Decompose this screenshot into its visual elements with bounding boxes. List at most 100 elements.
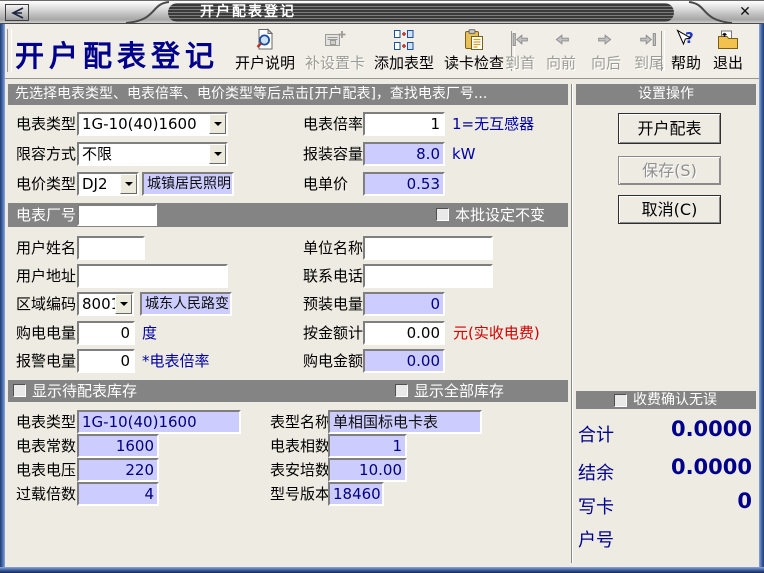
show-all-inventory-checkbox[interactable] [395,384,408,397]
app-logo-icon [9,7,25,19]
window-title: 开户配表登记 [168,3,674,22]
meter-voltage-label: 电表电压 [16,458,76,482]
price-type-dropdown[interactable]: DJ2 [77,172,139,196]
chevron-down-icon[interactable] [209,114,226,134]
meter-phases-field: 1 [328,434,407,458]
fee-confirm-checkbox[interactable] [614,394,627,407]
meter-ratio-input[interactable] [363,112,445,136]
arrow-right-icon [586,26,626,54]
capacity-label: 报装容量 [303,142,363,166]
toolbar-button-label: 向前 [541,54,581,72]
exit-folder-icon [707,26,749,54]
alarm-energy-note: *电表倍率 [142,349,210,373]
toolbar-button-read-card-check[interactable]: 读卡检查 [439,26,509,76]
page-title: 开户配表登记 [15,33,219,75]
meter-amperage-label: 表安培数 [270,458,330,482]
batch-fixed-checkbox[interactable] [436,208,449,221]
purchase-energy-input[interactable] [77,321,135,345]
model-name-field: 单相国标电卡表 [328,410,482,434]
toolbar: 开户配表登记 开户说明 补设置卡 添加表型 读卡检查 [5,24,759,79]
close-button[interactable]: ✕ [735,3,755,22]
write-card-value: 0 [600,489,752,513]
toolbar-button-label: 读卡检查 [439,54,509,72]
capacity-unit: kW [452,142,476,166]
meter-phases-label: 电表相数 [270,434,330,458]
purchase-amount-field: 0.00 [363,349,445,373]
toolbar-button-label: 到首 [500,54,540,72]
by-amount-note: 元(实收电费) [453,321,540,345]
customer-name-label: 用户姓名 [16,236,76,260]
limit-mode-value: 不限 [82,145,112,163]
price-type-value: DJ2 [82,175,108,193]
doc-magnifier-icon [231,26,299,54]
titlebar-curve-right [684,1,736,24]
phone-input[interactable] [363,264,493,288]
model-version-field: 18460 [328,482,384,506]
unit-price-label: 电单价 [303,172,348,196]
assign-meter-button[interactable]: 开户配表 [618,113,721,144]
toolbar-button-label: 帮助 [665,54,707,72]
by-amount-label: 按金额计 [303,321,363,345]
meter-voltage-field: 220 [77,458,159,482]
meter-constant-field: 1600 [77,434,159,458]
detail-meter-type-label: 电表类型 [16,410,76,434]
limit-mode-label: 限容方式 [16,142,76,166]
arrow-left-icon [541,26,581,54]
meter-constant-label: 电表常数 [16,434,76,458]
toolbar-button-prev: 向前 [541,26,581,76]
total-value: 0.0000 [600,417,752,441]
meter-type-value: 1G-10(40)1600 [82,115,197,133]
chevron-down-icon[interactable] [115,294,132,314]
toolbar-button-label: 退出 [707,54,749,72]
titlebar: 开户配表登记 ✕ [0,0,764,24]
panel-divider [571,84,573,563]
org-name-label: 单位名称 [303,236,363,260]
preload-energy-field: 0 [363,292,445,316]
clipboard-icon [439,26,509,54]
meter-ratio-label: 电表倍率 [303,112,363,136]
toolbar-button-supplement-card: 补设置卡 [301,26,369,76]
window-frame-bottom [0,567,764,573]
meter-type-label: 电表类型 [16,112,76,136]
purchase-energy-label: 购电电量 [16,321,76,345]
cancel-button[interactable]: 取消(C) [618,195,721,224]
system-menu-button[interactable] [5,4,29,21]
toolbar-button-first: 到首 [500,26,540,76]
address-input[interactable] [77,264,228,288]
meter-type-dropdown[interactable]: 1G-10(40)1600 [77,112,228,136]
instruction-bar: 先选择电表类型、电表倍率、电价类型等后点击[开户配表]，查找电表厂号... [8,84,568,105]
toolbar-button-open-instructions[interactable]: 开户说明 [231,26,299,76]
preload-energy-label: 预装电量 [303,292,363,316]
factory-number-input[interactable] [77,204,157,226]
by-amount-input[interactable] [363,321,445,345]
limit-mode-dropdown[interactable]: 不限 [77,142,228,166]
chevron-down-icon[interactable] [209,144,226,164]
overload-field: 4 [77,482,159,506]
batch-fixed-label: 本批设定不变 [455,203,545,227]
alarm-energy-input[interactable] [77,349,135,373]
chevron-down-icon[interactable] [120,174,137,194]
show-pending-inventory-checkbox[interactable] [13,384,26,397]
inventory-bar: 显示待配表库存 显示全部库存 [8,380,568,402]
toolbar-gripper [7,29,12,72]
meter-ratio-note: 1=无互感器 [452,112,534,136]
alarm-energy-label: 报警电量 [16,349,76,373]
price-type-desc: 城镇居民照明 [142,172,234,196]
customer-name-input[interactable] [77,236,145,260]
titlebar-stripe-band: 开户配表登记 [168,3,674,22]
unit-price-field: 0.53 [363,172,445,196]
purchase-amount-label: 购电金额 [303,349,363,373]
toolbar-button-label: 开户说明 [231,54,299,72]
factory-number-label: 电表厂号 [16,203,76,227]
toolbar-button-exit[interactable]: 退出 [707,26,749,76]
toolbar-button-add-meter-model[interactable]: 添加表型 [369,26,439,76]
app-window: 开户配表登记 ✕ 开户配表登记 开户说明 补设置卡 添加表型 [0,0,764,573]
area-code-dropdown[interactable]: 8001 [77,292,134,316]
org-name-input[interactable] [363,236,493,260]
model-version-label: 型号版本 [270,482,330,506]
help-cursor-icon: ? [665,26,707,54]
setup-card-icon [301,26,369,54]
settings-panel-header: 设置操作 [576,84,756,105]
arrow-first-icon [500,26,540,54]
toolbar-button-help[interactable]: ? 帮助 [665,26,707,76]
